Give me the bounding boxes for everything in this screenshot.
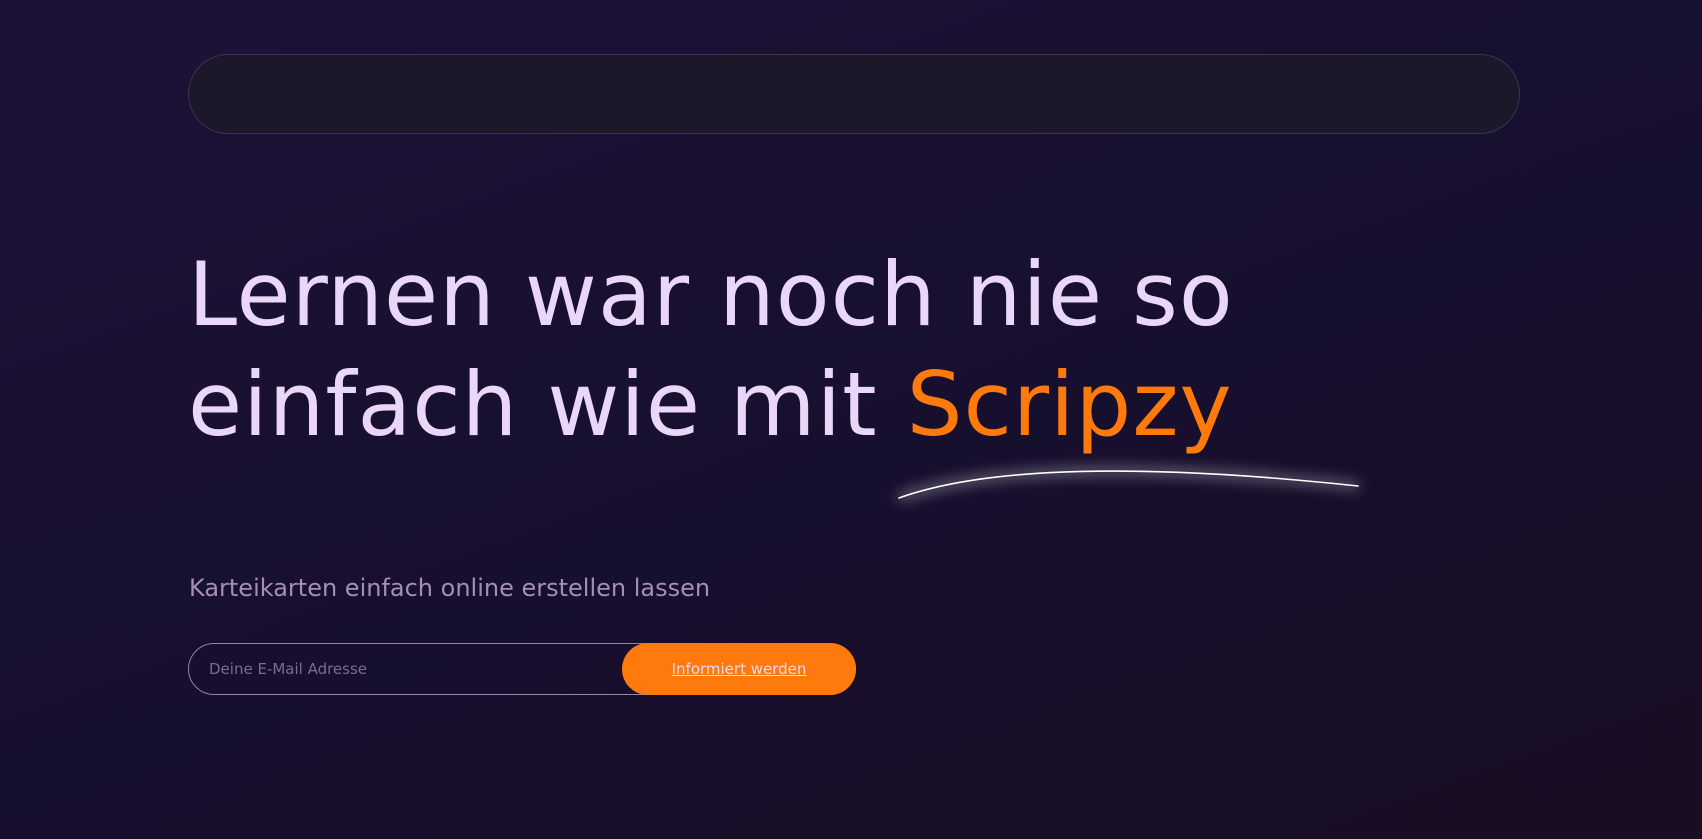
hero-headline: Lernen war noch nie so einfach wie mit Sc…: [188, 240, 1234, 460]
underline-swoosh-icon: [898, 470, 1359, 499]
navbar: [188, 54, 1520, 134]
signup-form: Informiert werden: [188, 643, 856, 695]
hero-subtitle: Karteikarten einfach online erstellen la…: [189, 574, 711, 602]
headline-line-2: einfach wie mit: [188, 353, 907, 456]
headline-line-1: Lernen war noch nie so: [188, 243, 1234, 346]
subscribe-button[interactable]: Informiert werden: [622, 643, 856, 695]
brand-name: Scripzy: [906, 353, 1233, 456]
email-input[interactable]: [189, 644, 629, 694]
